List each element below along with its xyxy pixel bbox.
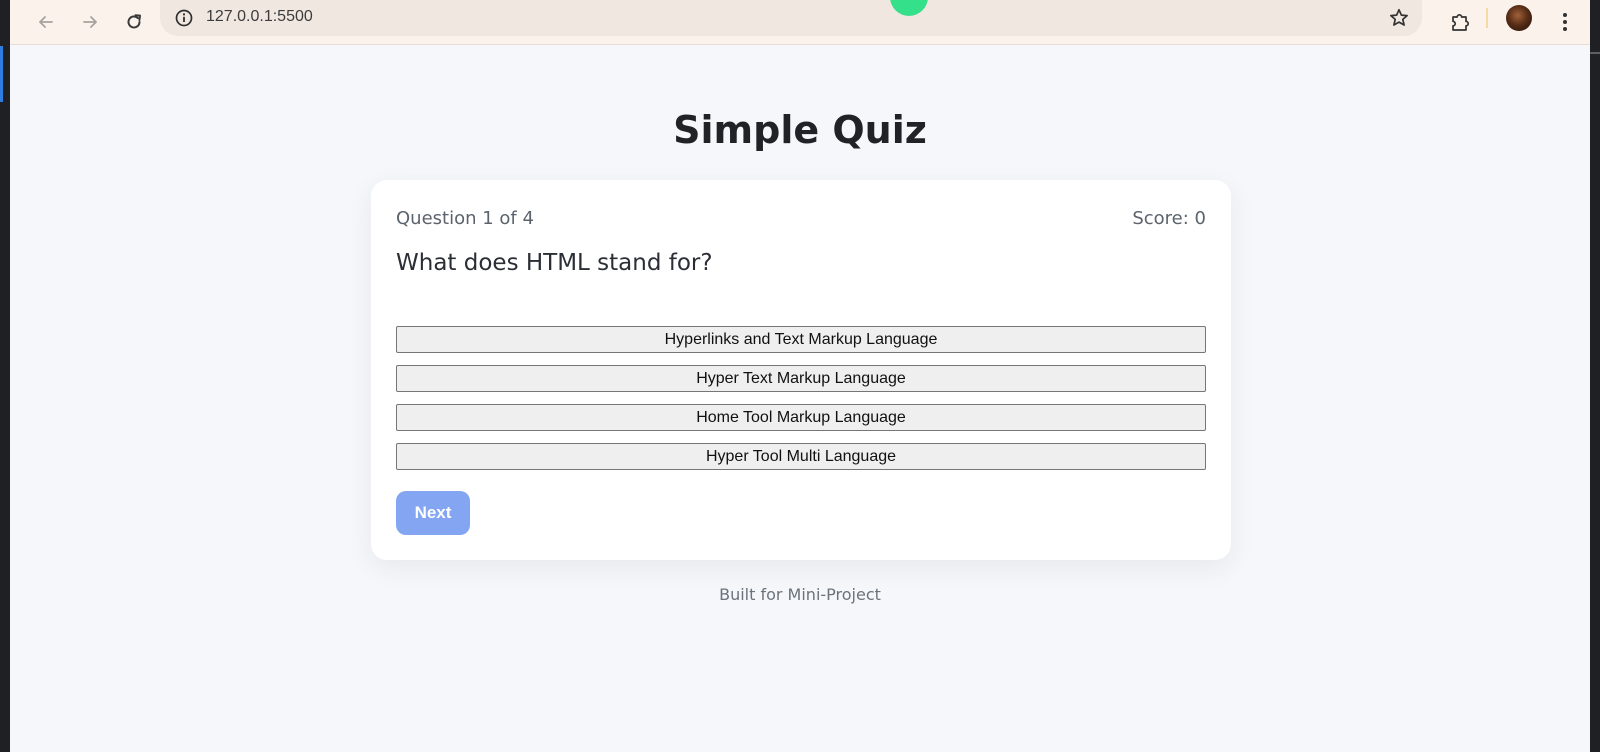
answer-option[interactable]: Hyper Text Markup Language bbox=[396, 365, 1206, 392]
site-info-button[interactable] bbox=[172, 6, 196, 30]
answer-option[interactable]: Home Tool Markup Language bbox=[396, 404, 1206, 431]
url-text[interactable]: 127.0.0.1:5500 bbox=[206, 8, 313, 26]
right-window-edge bbox=[1590, 0, 1600, 752]
extensions-button[interactable] bbox=[1443, 5, 1477, 39]
next-button[interactable]: Next bbox=[396, 491, 470, 535]
browser-toolbar: 127.0.0.1:5500 bbox=[10, 0, 1590, 45]
score-display: Score: 0 bbox=[1132, 208, 1206, 229]
quiz-card: Question 1 of 4 Score: 0 What does HTML … bbox=[371, 180, 1231, 560]
arrow-left-icon bbox=[39, 16, 53, 28]
browser-menu-button[interactable] bbox=[1550, 5, 1580, 39]
forward-button[interactable] bbox=[72, 4, 108, 40]
star-icon bbox=[1390, 8, 1408, 26]
puzzle-icon bbox=[1452, 13, 1470, 31]
info-icon bbox=[175, 9, 193, 27]
address-bar[interactable]: 127.0.0.1:5500 bbox=[160, 0, 1422, 36]
back-button[interactable] bbox=[28, 4, 64, 40]
window-edge-mark bbox=[1590, 52, 1600, 54]
answer-option[interactable]: Hyper Tool Multi Language bbox=[396, 443, 1206, 470]
answer-options: Hyperlinks and Text Markup Language Hype… bbox=[396, 326, 1206, 482]
window-accent-bar bbox=[0, 46, 3, 102]
question-text: What does HTML stand for? bbox=[396, 250, 713, 276]
answer-option[interactable]: Hyperlinks and Text Markup Language bbox=[396, 326, 1206, 353]
profile-avatar[interactable] bbox=[1506, 5, 1532, 31]
arrow-right-icon bbox=[83, 16, 97, 28]
toolbar-divider bbox=[1486, 8, 1488, 28]
reload-icon bbox=[127, 14, 141, 29]
question-counter: Question 1 of 4 bbox=[396, 208, 534, 229]
page-title: Simple Quiz bbox=[673, 108, 927, 152]
reload-button[interactable] bbox=[116, 4, 152, 40]
browser-window: 127.0.0.1:5500 Simple Quiz Question 1 of… bbox=[10, 0, 1590, 752]
bookmark-button[interactable] bbox=[1386, 5, 1412, 31]
left-window-edge bbox=[0, 0, 10, 752]
vertical-dots-icon bbox=[1563, 13, 1567, 31]
page-footer: Built for Mini-Project bbox=[719, 585, 881, 604]
